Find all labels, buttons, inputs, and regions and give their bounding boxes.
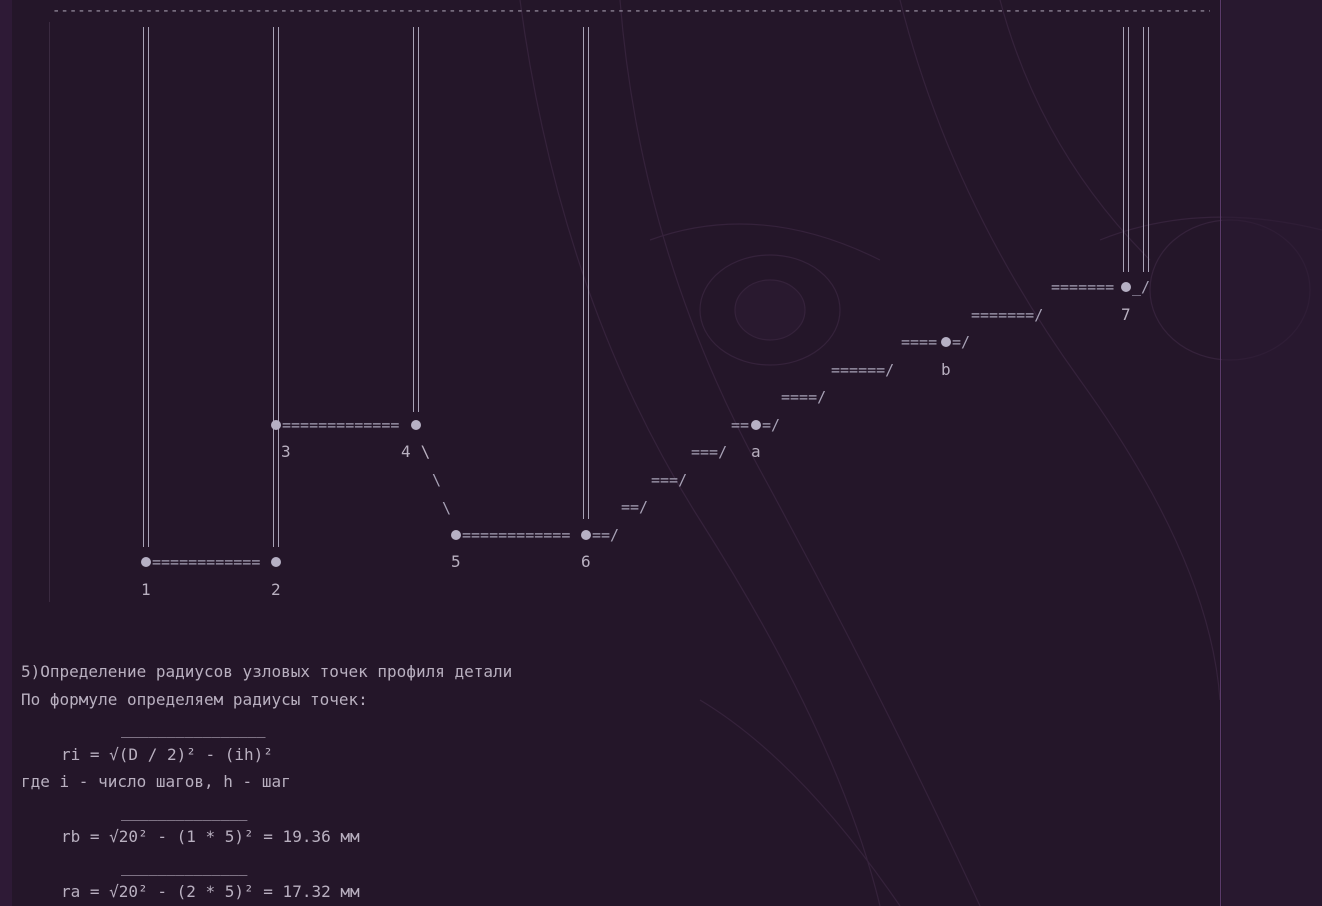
stair-7: ======/ [831,361,895,379]
stair-1: ==/ [621,498,649,516]
vertical-line-1 [143,27,149,547]
formula-general: ri = √(D / 2)² - (ih)² [61,745,273,764]
node-label-7: 7 [1121,305,1131,324]
vertical-line-2 [273,27,279,547]
node-point-a [751,420,761,430]
node-label-1: 1 [141,580,151,599]
stair-4: == [731,416,750,434]
section-intro: По формуле определяем радиусы точек: [21,690,368,709]
node-label-4-backslash: \ [411,442,431,461]
node-label-5: 5 [451,552,461,571]
right-margin-guide [1220,0,1221,906]
node-point-2 [271,557,281,567]
node-point-3 [271,420,281,430]
stair-9: =/ [952,333,971,351]
node-point-b [941,337,951,347]
ra-overline: ______________ [121,858,248,876]
stair-12: _/ [1132,278,1151,296]
segment-1-2: ============ [152,553,261,571]
node-label-2: 2 [271,580,281,599]
node-point-6 [581,530,591,540]
node-label-b: b [941,360,951,379]
horizontal-rule: ----------------------------------------… [52,3,1210,19]
node-label-4: 4 [401,442,411,461]
stair-10: =======/ [971,306,1044,324]
segment-6-slash: ==/ [592,526,620,544]
stair-5: =/ [762,416,781,434]
editor-left-strip [0,0,12,906]
rb-overline: ______________ [121,803,248,821]
node-point-7 [1121,282,1131,292]
diagonal-4-5-b: \ [442,499,452,517]
node-point-5 [451,530,461,540]
node-label-6: 6 [581,552,591,571]
vertical-line-7a [1123,27,1129,272]
segment-3-4: ============= [282,416,400,434]
stair-3: ===/ [691,443,728,461]
stair-6: ====/ [781,388,827,406]
section-heading: 5)Определение радиусов узловых точек про… [21,662,513,681]
diagonal-4-5-a: \ [432,471,442,489]
vertical-line-4 [413,27,419,412]
formula-overline: ________________ [121,720,266,738]
node-point-4 [411,420,421,430]
stair-8: ==== [901,333,938,351]
formula-legend: где i - число шагов, h - шаг [21,772,291,791]
node-label-3: 3 [281,442,291,461]
node-point-1 [141,557,151,567]
vertical-line-7b [1143,27,1149,272]
formula-ra: ra = √20² - (2 * 5)² = 17.32 мм [61,882,360,901]
formula-rb: rb = √20² - (1 * 5)² = 19.36 мм [61,827,360,846]
indent-guide [49,22,50,602]
stair-2: ===/ [651,471,688,489]
vertical-line-6 [583,27,589,519]
segment-5-6: ============ [462,526,571,544]
stair-11: ======= [1051,278,1115,296]
node-label-a: a [751,442,761,461]
